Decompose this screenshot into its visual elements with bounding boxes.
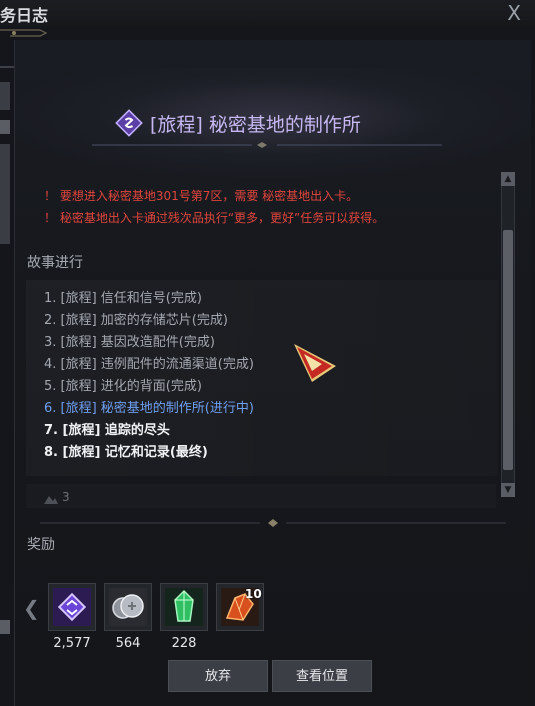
reward-prev-arrow-icon[interactable]: ❮ xyxy=(23,596,40,620)
quest-marker-icon[interactable] xyxy=(292,342,338,384)
silver-coins-icon xyxy=(109,588,147,626)
abandon-button[interactable]: 放弃 xyxy=(168,660,268,692)
title-underline xyxy=(92,142,442,148)
story-step[interactable]: 5. [旅程] 进化的背面(完成) xyxy=(44,375,202,394)
window-title: 务日志 xyxy=(0,6,49,25)
story-step[interactable]: 4. [旅程] 违例配件的流通渠道(完成) xyxy=(44,353,254,372)
reward-slot[interactable] xyxy=(104,583,152,631)
title-ornament xyxy=(0,29,48,37)
reward-count: 2,577 xyxy=(53,636,91,651)
scroll-up-arrow-icon[interactable]: ▲ xyxy=(501,172,515,186)
reward-divider xyxy=(40,519,506,527)
objective-row-icon xyxy=(44,496,58,504)
story-step[interactable]: 2. [旅程] 加密的存储芯片(完成) xyxy=(44,309,228,328)
story-step[interactable]: 8. [旅程] 记忆和记录(最终) xyxy=(44,441,208,460)
reward-stack-badge: 10 xyxy=(245,587,262,601)
story-scrollbar-thumb[interactable] xyxy=(503,230,513,470)
quest-title: [旅程] 秘密基地的制作所 xyxy=(150,114,361,136)
story-step-current[interactable]: 6. [旅程] 秘密基地的制作所(进行中) xyxy=(44,397,254,416)
reward-heading: 奖励 xyxy=(27,537,55,553)
view-location-button[interactable]: 查看位置 xyxy=(272,660,372,692)
objective-row-count: 3 xyxy=(62,490,70,504)
quest-requirement-warning: ！ 要想进入秘密基地301号第7区，需要 秘密基地出入卡。 xyxy=(44,189,359,203)
quest-card-hint-warning: ！ 秘密基地出入卡通过残次品执行“更多，更好”任务可以获得。 xyxy=(44,211,385,225)
story-step[interactable]: 3. [旅程] 基因改造配件(完成) xyxy=(44,331,215,350)
journey-quest-icon xyxy=(115,109,143,137)
story-step[interactable]: 7. [旅程] 追踪的尽头 xyxy=(44,419,170,438)
story-step[interactable]: 1. [旅程] 信任和信号(完成) xyxy=(44,287,202,306)
reward-count: 228 xyxy=(171,636,197,651)
reward-slot[interactable] xyxy=(48,583,96,631)
reward-count: 564 xyxy=(115,636,141,651)
purple-emblem-icon xyxy=(53,588,91,626)
close-button[interactable]: X xyxy=(507,2,521,24)
green-crystal-icon xyxy=(165,588,203,626)
reward-slot[interactable] xyxy=(160,583,208,631)
scroll-down-arrow-icon[interactable]: ▼ xyxy=(501,483,515,497)
story-progress-heading: 故事进行 xyxy=(27,255,83,271)
objective-row xyxy=(26,484,496,508)
left-panel-scrollbar[interactable] xyxy=(0,40,14,640)
title-bar: 务日志 X xyxy=(0,0,535,28)
